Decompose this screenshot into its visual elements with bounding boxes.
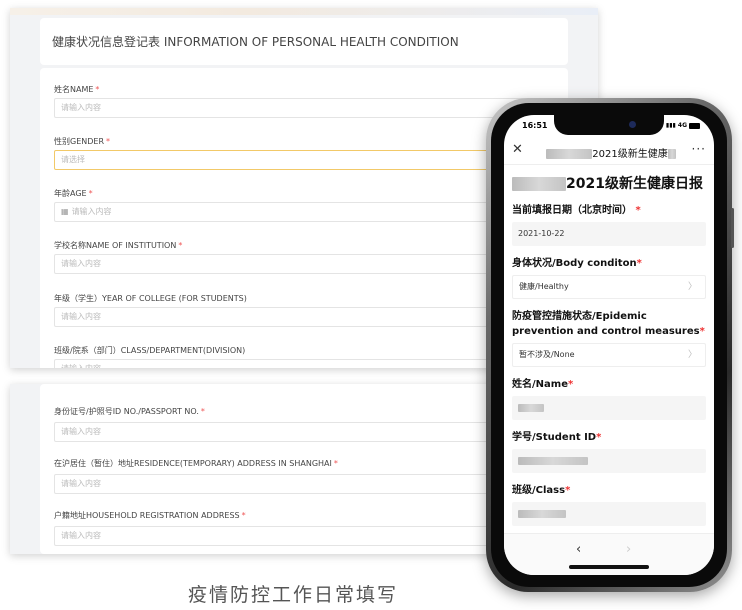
question-label-class: 班级/Class* — [512, 485, 571, 496]
nav-title: 2021级新生健康 — [534, 145, 688, 160]
age-input[interactable]: ▦ 请输入内容 — [54, 202, 554, 222]
id-input[interactable]: 请输入内容 — [54, 422, 554, 442]
body-condition-select[interactable]: 健康/Healthy 〉 — [512, 275, 706, 299]
class-input[interactable]: 请输入内容 — [54, 359, 554, 368]
page-title: 2021级新生健康日报 — [512, 173, 706, 193]
home-indicator — [569, 565, 649, 569]
blurred-value — [518, 403, 544, 412]
phone-mockup: 16:51 ▮▮▮ 4G ✕ 2021级新生健康 ··· 2021级新生健康日报… — [486, 98, 734, 592]
camera-icon — [629, 121, 636, 128]
battery-icon — [689, 122, 700, 129]
blurred-text — [512, 177, 566, 191]
field-label-age: 年龄AGE * — [54, 189, 93, 198]
question-label-body: 身体状况/Body conditon* — [512, 258, 642, 269]
field-label-gender: 性别GENDER * — [54, 137, 111, 146]
close-icon[interactable]: ✕ — [512, 142, 523, 157]
name-field[interactable] — [512, 396, 706, 420]
phone-bezel: 16:51 ▮▮▮ 4G ✕ 2021级新生健康 ··· 2021级新生健康日报… — [491, 103, 727, 587]
bottom-nav-bar: ‹ › — [504, 533, 714, 575]
phone-content: 2021级新生健康日报 当前填报日期（北京时间） * 2021-10-22 身体… — [504, 167, 714, 533]
more-icon[interactable]: ··· — [692, 142, 706, 156]
institution-input[interactable]: 请输入内容 — [54, 254, 554, 274]
question-label-student-id: 学号/Student ID* — [512, 432, 602, 443]
question-label-name: 姓名/Name* — [512, 379, 574, 390]
nav-bar: ✕ 2021级新生健康 ··· — [504, 137, 714, 165]
phone-side-button — [731, 208, 734, 248]
phone-notch — [554, 115, 664, 135]
residence-input[interactable]: 请输入内容 — [54, 474, 554, 494]
chevron-right-icon: 〉 — [687, 350, 697, 360]
caption: 疫情防控工作日常填写 — [187, 584, 398, 606]
gender-select[interactable]: 请选择 — [54, 150, 554, 170]
phone-screen: 16:51 ▮▮▮ 4G ✕ 2021级新生健康 ··· 2021级新生健康日报… — [504, 115, 714, 575]
year-input[interactable]: 请输入内容 — [54, 307, 554, 327]
question-label-epidemic: 防疫管控措施状态/Epidemic prevention and control… — [512, 311, 705, 337]
back-arrow-icon[interactable]: ‹ — [576, 542, 581, 557]
field-label-year: 年级（学生）YEAR OF COLLEGE (FOR STUDENTS) — [54, 294, 247, 303]
field-label-class: 班级/院系（部门）CLASS/DEPARTMENT(DIVISION) — [54, 346, 246, 355]
form-title: 健康状况信息登记表 INFORMATION OF PERSONAL HEALTH… — [52, 35, 459, 49]
field-label-residence: 在沪居住（暂住）地址RESIDENCE(TEMPORARY) ADDRESS I… — [54, 459, 338, 468]
form-title-card: 健康状况信息登记表 INFORMATION OF PERSONAL HEALTH… — [40, 18, 568, 65]
epidemic-measures-select[interactable]: 暂不涉及/None 〉 — [512, 343, 706, 367]
blurred-text — [667, 149, 676, 159]
blurred-value — [518, 456, 588, 465]
class-field[interactable] — [512, 502, 706, 526]
calendar-icon: ▦ — [61, 207, 69, 216]
blurred-value — [518, 509, 566, 518]
date-field[interactable]: 2021-10-22 — [512, 222, 706, 246]
student-id-field[interactable] — [512, 449, 706, 473]
forward-arrow-icon[interactable]: › — [626, 542, 631, 557]
field-label-institution: 学校名称NAME OF INSTITUTION * — [54, 241, 183, 250]
field-label-id: 身份证号/护照号ID NO./PASSPORT NO. * — [54, 407, 205, 416]
household-input[interactable]: 请输入内容 — [54, 526, 554, 546]
field-label-name: 姓名NAME * — [54, 85, 100, 94]
status-time: 16:51 — [522, 121, 548, 130]
header-stripe — [10, 8, 598, 15]
chevron-right-icon: 〉 — [687, 282, 697, 292]
signal-indicator: ▮▮▮ 4G — [666, 122, 700, 129]
blurred-text — [546, 149, 593, 159]
question-label-date: 当前填报日期（北京时间） * — [512, 205, 641, 216]
name-input[interactable]: 请输入内容 — [54, 98, 554, 118]
field-label-household: 户籍地址HOUSEHOLD REGISTRATION ADDRESS * — [54, 511, 246, 520]
